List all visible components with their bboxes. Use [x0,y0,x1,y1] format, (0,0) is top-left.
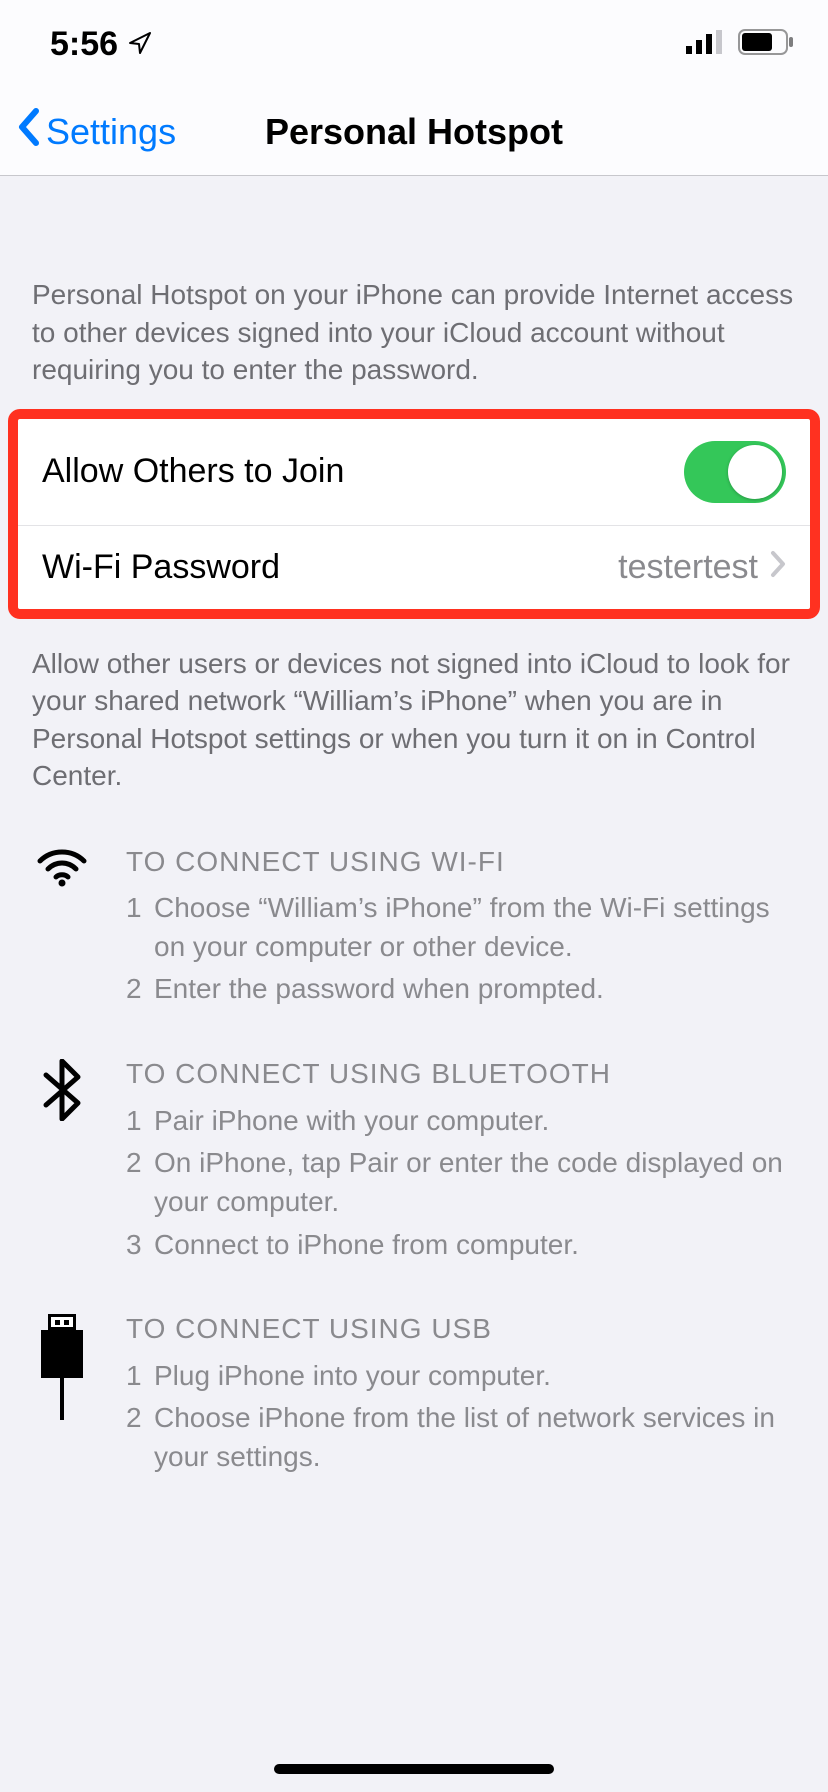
allow-others-label: Allow Others to Join [42,452,344,491]
status-bar: 5:56 [0,0,828,88]
toggle-knob [728,445,782,499]
status-left: 5:56 [50,25,152,64]
wifi-instructions-title: TO CONNECT USING WI-FI [126,843,796,882]
bluetooth-instructions-steps: 1Pair iPhone with your computer. 2On iPh… [126,1102,796,1265]
allow-others-description: Allow other users or devices not signed … [0,619,828,835]
wifi-password-value: testertest [618,548,758,587]
location-services-icon [128,25,152,64]
wifi-password-row[interactable]: Wi-Fi Password testertest [18,525,810,609]
wifi-instructions: TO CONNECT USING WI-FI 1Choose “William’… [0,835,828,1048]
usb-instructions-title: TO CONNECT USING USB [126,1310,796,1349]
nav-bar: Settings Personal Hotspot [0,88,828,176]
bt-step-2: On iPhone, tap Pair or enter the code di… [154,1144,796,1221]
usb-step-2: Choose iPhone from the list of network s… [154,1399,796,1476]
wifi-step-1: Choose “William’s iPhone” from the Wi-Fi… [154,889,796,966]
usb-instructions-steps: 1Plug iPhone into your computer. 2Choose… [126,1357,796,1477]
bluetooth-icon [32,1055,92,1268]
back-label: Settings [46,111,176,153]
status-time: 5:56 [50,25,118,64]
back-button[interactable]: Settings [0,107,176,156]
bt-step-1: Pair iPhone with your computer. [154,1102,549,1141]
wifi-password-label: Wi-Fi Password [42,548,280,587]
chevron-left-icon [16,107,42,156]
wifi-step-2: Enter the password when prompted. [154,970,604,1009]
hotspot-settings-group: Allow Others to Join Wi-Fi Password test… [8,409,820,619]
battery-icon [738,29,794,60]
usb-step-1: Plug iPhone into your computer. [154,1357,551,1396]
chevron-right-icon [770,548,786,587]
status-right [686,29,794,60]
allow-others-toggle[interactable] [684,441,786,503]
bt-step-3: Connect to iPhone from computer. [154,1226,579,1265]
intro-description: Personal Hotspot on your iPhone can prov… [0,176,828,409]
wifi-instructions-steps: 1Choose “William’s iPhone” from the Wi-F… [126,889,796,1009]
bluetooth-instructions: TO CONNECT USING BLUETOOTH 1Pair iPhone … [0,1047,828,1302]
usb-instructions: TO CONNECT USING USB 1Plug iPhone into y… [0,1302,828,1515]
allow-others-row[interactable]: Allow Others to Join [18,419,810,525]
cellular-signal-icon [686,30,724,59]
usb-icon [32,1310,92,1481]
bluetooth-instructions-title: TO CONNECT USING BLUETOOTH [126,1055,796,1094]
wifi-icon [32,843,92,1014]
home-indicator[interactable] [274,1764,554,1774]
